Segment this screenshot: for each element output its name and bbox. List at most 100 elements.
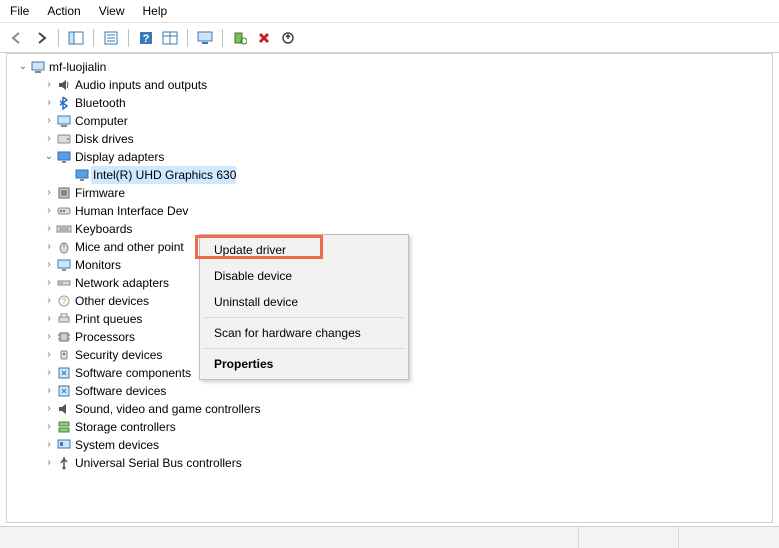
context-menu-item[interactable]: Uninstall device <box>200 289 408 315</box>
hid-icon <box>55 203 73 219</box>
tree-node[interactable]: ›Bluetooth <box>9 94 770 112</box>
chevron-right-icon[interactable]: › <box>43 202 55 220</box>
menu-action[interactable]: Action <box>47 4 80 18</box>
tree-node-label: Print queues <box>73 310 142 328</box>
chevron-right-icon[interactable]: › <box>43 256 55 274</box>
tree-node-label: Computer <box>73 112 128 130</box>
help-icon[interactable]: ? <box>137 29 155 47</box>
context-menu-item[interactable]: Update driver <box>200 237 408 263</box>
chevron-right-icon[interactable]: › <box>43 328 55 346</box>
chevron-right-icon[interactable]: › <box>43 418 55 436</box>
chevron-right-icon[interactable]: › <box>43 238 55 256</box>
statusbar <box>0 526 779 548</box>
tree-node[interactable]: › System devices <box>9 436 770 454</box>
tree-node[interactable]: ›Disk drives <box>9 130 770 148</box>
menu-file[interactable]: File <box>10 4 29 18</box>
tree-root[interactable]: ⌄ mf-luojialin <box>9 58 770 76</box>
other-icon: ? <box>55 293 73 309</box>
display-icon <box>55 149 73 165</box>
chevron-down-icon[interactable]: ⌄ <box>43 148 55 166</box>
tree-node-label: Network adapters <box>73 274 169 292</box>
update-icon[interactable] <box>279 29 297 47</box>
toolbar-separator <box>58 29 59 47</box>
tree-node-label: Keyboards <box>73 220 132 238</box>
chevron-right-icon[interactable]: › <box>43 184 55 202</box>
tree-node[interactable]: › Software devices <box>9 382 770 400</box>
chevron-right-icon[interactable]: › <box>43 382 55 400</box>
chevron-right-icon[interactable]: › <box>43 130 55 148</box>
tree-node[interactable]: › Human Interface Dev <box>9 202 770 220</box>
network-icon <box>55 275 73 291</box>
printer-icon <box>55 311 73 327</box>
chevron-right-icon[interactable]: › <box>43 436 55 454</box>
chevron-right-icon[interactable]: › <box>43 400 55 418</box>
show-hide-tree-icon[interactable] <box>67 29 85 47</box>
svg-text:?: ? <box>143 33 150 45</box>
bluetooth-icon <box>55 95 73 111</box>
chevron-right-icon[interactable]: › <box>43 220 55 238</box>
tree-node-label: Software components <box>73 364 191 382</box>
display-icon <box>73 167 91 183</box>
system-icon <box>55 437 73 453</box>
tree-node[interactable]: Intel(R) UHD Graphics 630 <box>9 166 770 184</box>
mouse-icon <box>55 239 73 255</box>
tree-node-label: Monitors <box>73 256 121 274</box>
cpu-icon <box>55 329 73 345</box>
tree-node-label: System devices <box>73 436 159 454</box>
chevron-right-icon[interactable]: › <box>43 94 55 112</box>
monitor-icon[interactable] <box>196 29 214 47</box>
usb-icon <box>55 455 73 471</box>
tree-node[interactable]: ›Firmware <box>9 184 770 202</box>
software-icon <box>55 383 73 399</box>
toolbar-separator <box>128 29 129 47</box>
context-menu-item[interactable]: Scan for hardware changes <box>200 320 408 346</box>
context-menu-item[interactable]: Properties <box>200 351 408 377</box>
disk-icon <box>55 131 73 147</box>
back-button[interactable] <box>8 29 26 47</box>
tree-node-label: Storage controllers <box>73 418 176 436</box>
chevron-right-icon[interactable]: › <box>43 76 55 94</box>
tree-node-label: Security devices <box>73 346 162 364</box>
tree-node-label: Audio inputs and outputs <box>73 76 207 94</box>
tree-node-label: Human Interface Dev <box>73 202 188 220</box>
tree-node[interactable]: ›Sound, video and game controllers <box>9 400 770 418</box>
chevron-down-icon[interactable]: ⌄ <box>17 58 29 76</box>
menu-view[interactable]: View <box>99 4 125 18</box>
tree-root-label: mf-luojialin <box>47 58 106 76</box>
delete-icon[interactable] <box>255 29 273 47</box>
audio-icon <box>55 77 73 93</box>
chevron-right-icon[interactable]: › <box>43 454 55 472</box>
menubar: File Action View Help <box>0 0 779 23</box>
toolbar-separator <box>93 29 94 47</box>
properties-icon[interactable] <box>102 29 120 47</box>
context-menu-divider <box>204 317 404 318</box>
context-menu-divider <box>204 348 404 349</box>
tree-node[interactable]: › Storage controllers <box>9 418 770 436</box>
tree-node-label: Software devices <box>73 382 166 400</box>
grid-icon[interactable] <box>161 29 179 47</box>
menu-help[interactable]: Help <box>143 4 168 18</box>
sound-icon <box>55 401 73 417</box>
tree-node[interactable]: › Audio inputs and outputs <box>9 76 770 94</box>
tree-node-label: Other devices <box>73 292 149 310</box>
svg-text:?: ? <box>62 297 67 306</box>
toolbar-separator <box>222 29 223 47</box>
software-icon <box>55 365 73 381</box>
forward-button[interactable] <box>32 29 50 47</box>
context-menu-item[interactable]: Disable device <box>200 263 408 289</box>
toolbar-separator <box>187 29 188 47</box>
tree-node[interactable]: › Computer <box>9 112 770 130</box>
device-tree[interactable]: ⌄mf-luojialin›Audio inputs and outputs›B… <box>6 53 773 523</box>
chevron-right-icon[interactable]: › <box>43 112 55 130</box>
tree-node[interactable]: ⌄ Display adapters <box>9 148 770 166</box>
scan-icon[interactable] <box>231 29 249 47</box>
chevron-right-icon[interactable]: › <box>43 346 55 364</box>
chevron-right-icon[interactable]: › <box>43 364 55 382</box>
tree-node[interactable]: ›Universal Serial Bus controllers <box>9 454 770 472</box>
chevron-right-icon[interactable]: › <box>43 292 55 310</box>
tree-node-label: Display adapters <box>73 148 164 166</box>
firmware-icon <box>55 185 73 201</box>
storage-icon <box>55 419 73 435</box>
chevron-right-icon[interactable]: › <box>43 310 55 328</box>
chevron-right-icon[interactable]: › <box>43 274 55 292</box>
